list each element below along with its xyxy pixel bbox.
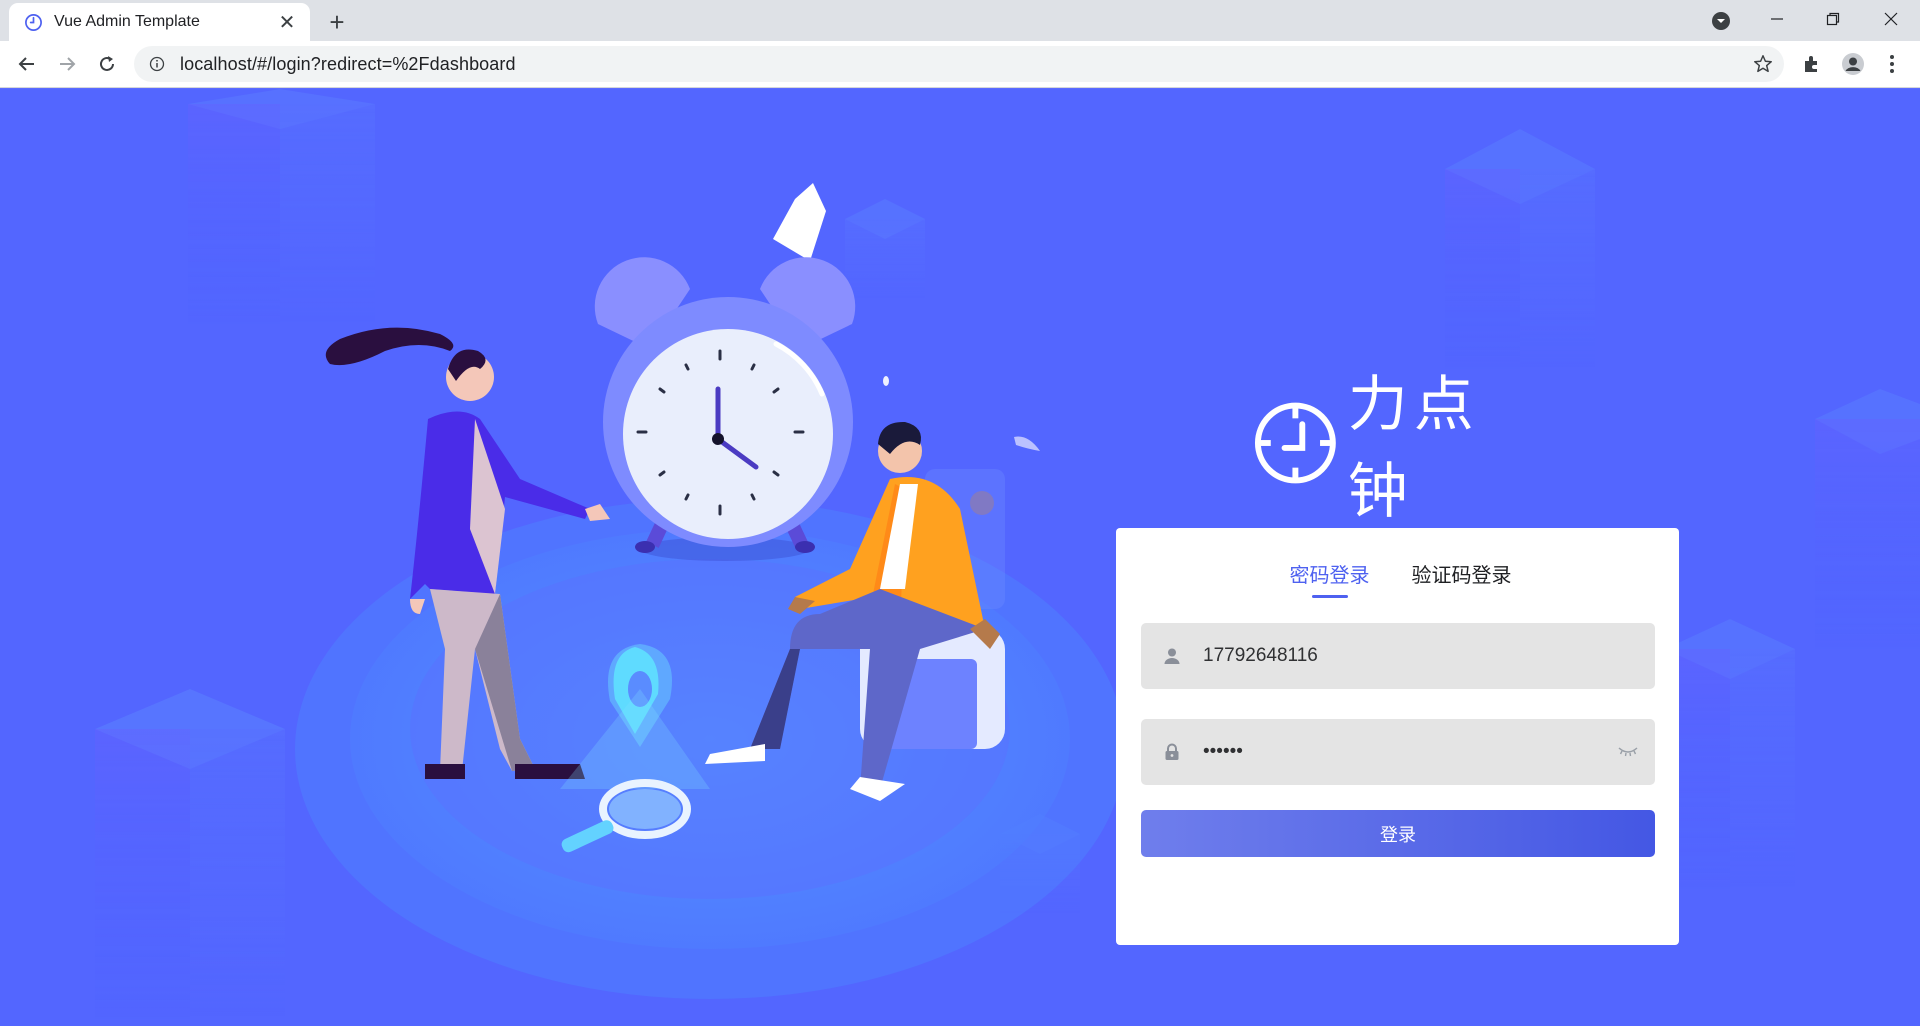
brand-name: 力点钟 — [1347, 370, 1480, 527]
browser-toolbar: localhost/#/login?redirect=%2Fdashboard — [0, 41, 1920, 88]
tab-close-icon[interactable]: ✕ — [276, 11, 298, 34]
password-input[interactable]: •••••• — [1203, 741, 1243, 763]
restore-icon[interactable] — [1805, 0, 1861, 38]
tab-password-login[interactable]: 密码登录 — [1290, 558, 1370, 598]
lock-icon — [1165, 743, 1179, 760]
password-field[interactable]: •••••• — [1141, 719, 1655, 785]
back-icon[interactable] — [12, 49, 42, 79]
site-info-icon[interactable] — [149, 56, 165, 72]
paper-icon — [773, 183, 826, 261]
login-page: 力点钟 密码登录 验证码登录 17792648116 •••••• 登录 — [0, 89, 1920, 1026]
extensions-icon[interactable] — [1800, 52, 1824, 76]
eye-closed-icon[interactable] — [1617, 742, 1639, 760]
user-icon — [1164, 648, 1180, 664]
tab-code-login[interactable]: 验证码登录 — [1412, 558, 1512, 594]
login-tabs: 密码登录 验证码登录 — [1116, 558, 1679, 598]
browser-tabstrip: Vue Admin Template ✕ + — [0, 0, 1920, 41]
url-text: localhost/#/login?redirect=%2Fdashboard — [180, 53, 516, 74]
browser-tab[interactable]: Vue Admin Template ✕ — [9, 3, 310, 41]
forward-icon[interactable] — [52, 49, 82, 79]
brand-clock-icon — [1254, 402, 1336, 484]
phone-field[interactable]: 17792648116 — [1141, 623, 1655, 689]
tab-search-icon[interactable] — [1709, 9, 1733, 33]
login-card: 密码登录 验证码登录 17792648116 •••••• 登录 — [1116, 528, 1679, 945]
reload-icon[interactable] — [92, 49, 122, 79]
minimize-icon[interactable] — [1749, 0, 1805, 38]
tab-title: Vue Admin Template — [54, 13, 200, 30]
close-window-icon[interactable] — [1863, 0, 1919, 38]
profile-avatar-icon[interactable] — [1841, 52, 1865, 76]
brand-logo: 力点钟 — [1253, 370, 1543, 527]
bookmark-star-icon[interactable] — [1752, 53, 1774, 75]
browser-menu-icon[interactable] — [1880, 52, 1904, 76]
new-tab-button[interactable]: + — [322, 7, 352, 37]
clock-favicon-icon — [25, 13, 42, 31]
login-submit-button[interactable]: 登录 — [1141, 810, 1655, 857]
address-bar[interactable]: localhost/#/login?redirect=%2Fdashboard — [134, 46, 1784, 82]
phone-input[interactable]: 17792648116 — [1203, 645, 1318, 667]
